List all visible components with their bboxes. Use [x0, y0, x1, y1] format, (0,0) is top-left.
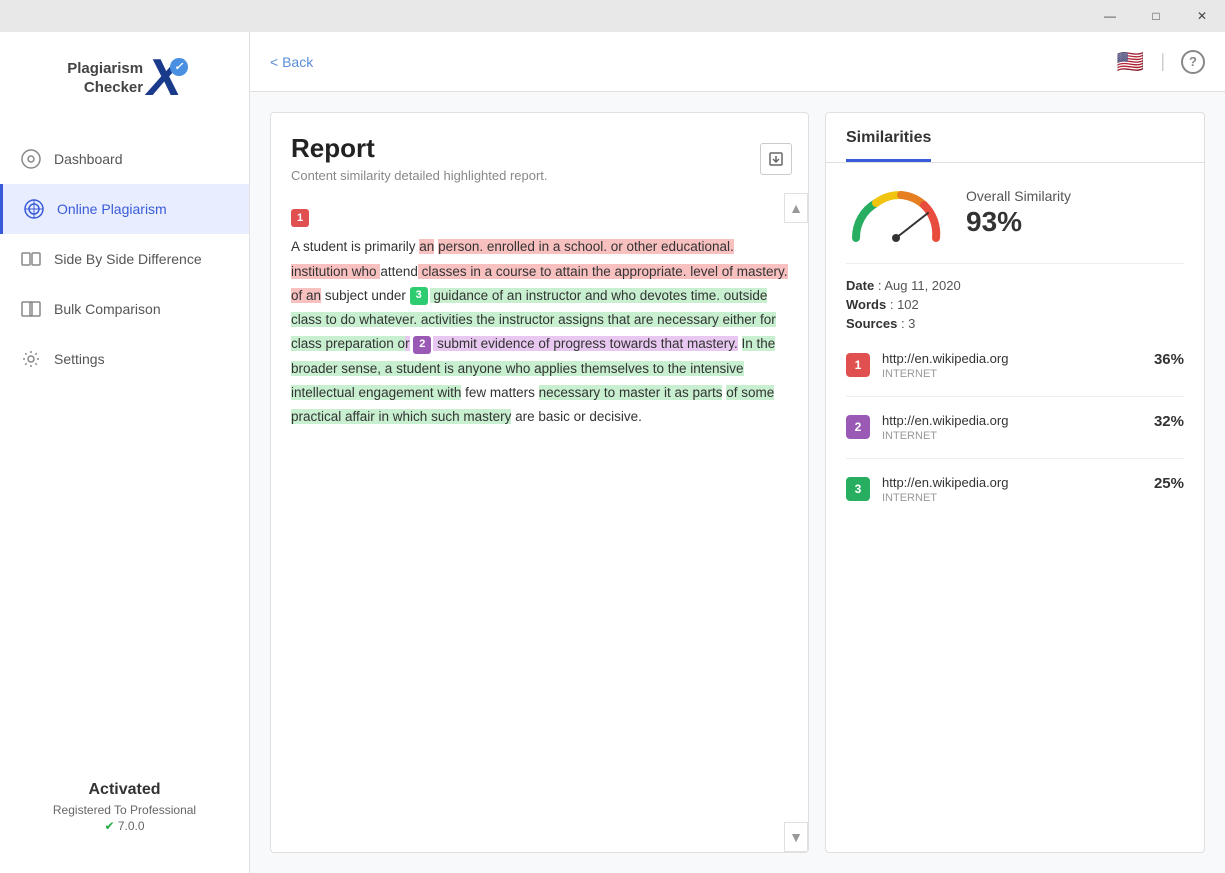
- source-1-url[interactable]: http://en.wikipedia.org: [882, 351, 1142, 366]
- report-body: 1 A student is primarily an person. enro…: [271, 193, 808, 852]
- report-text: A student is primarily an person. enroll…: [291, 235, 788, 429]
- title-bar: — □ ✕: [0, 0, 1225, 32]
- source-2-type: INTERNET: [882, 430, 1142, 442]
- top-bar: < Back 🇺🇸 | ?: [250, 32, 1225, 92]
- report-title: Report: [291, 133, 788, 164]
- online-plagiarism-icon: [23, 198, 45, 220]
- similarities-title: Similarities: [846, 129, 931, 162]
- settings-icon: [20, 348, 42, 370]
- bulk-comparison-label: Bulk Comparison: [54, 301, 161, 317]
- sidebar-item-online-plagiarism[interactable]: Online Plagiarism: [0, 184, 249, 234]
- meta-info: Date : Aug 11, 2020 Words : 102 Sources …: [846, 263, 1184, 331]
- sidebar-item-bulk-comparison[interactable]: Bulk Comparison: [0, 284, 249, 334]
- source-list: 1 http://en.wikipedia.org INTERNET 36% 2: [846, 351, 1184, 520]
- gauge: [846, 183, 946, 243]
- logo-line1: Plagiarism: [67, 59, 143, 79]
- minimize-button[interactable]: —: [1087, 0, 1133, 32]
- source-1-badge: 1: [846, 353, 870, 377]
- source-2-info: http://en.wikipedia.org INTERNET: [882, 413, 1142, 442]
- meta-sources: Sources : 3: [846, 316, 1184, 331]
- export-button[interactable]: [760, 143, 792, 175]
- similarities-panel: Similarities: [825, 112, 1205, 853]
- source-2-badge: 2: [846, 415, 870, 439]
- gauge-container: Overall Similarity 93%: [846, 183, 1184, 243]
- meta-words: Words : 102: [846, 297, 1184, 312]
- source-badge-2-inline: 2: [413, 336, 431, 354]
- source-3-badge: 3: [846, 477, 870, 501]
- language-flag[interactable]: 🇺🇸: [1117, 49, 1144, 75]
- logo-line2: Checker: [67, 78, 143, 98]
- side-by-side-icon: [20, 248, 42, 270]
- logo-x: X ✓: [147, 52, 182, 104]
- source-badge-1: 1: [291, 209, 309, 227]
- source-item-3: 3 http://en.wikipedia.org INTERNET 25%: [846, 475, 1184, 520]
- similarities-header: Similarities: [826, 113, 1204, 163]
- source-1-pct: 36%: [1154, 351, 1184, 368]
- top-bar-right: 🇺🇸 | ?: [1117, 49, 1205, 75]
- main-content: < Back 🇺🇸 | ? Report Content similarity …: [250, 32, 1225, 873]
- help-button[interactable]: ?: [1181, 50, 1205, 74]
- source-3-type: INTERNET: [882, 492, 1142, 504]
- dashboard-label: Dashboard: [54, 151, 123, 167]
- report-panel: Report Content similarity detailed highl…: [270, 112, 809, 853]
- sidebar-item-settings[interactable]: Settings: [0, 334, 249, 384]
- overall-similarity-pct: 93%: [966, 206, 1184, 238]
- source-badge-3: 3: [410, 287, 428, 305]
- divider: |: [1160, 51, 1165, 72]
- source-2-pct: 32%: [1154, 413, 1184, 430]
- scroll-up-button[interactable]: ▲: [784, 193, 808, 223]
- online-plagiarism-label: Online Plagiarism: [57, 201, 167, 217]
- source-1-info: http://en.wikipedia.org INTERNET: [882, 351, 1142, 380]
- sidebar: Plagiarism Checker X ✓ Dashboard: [0, 32, 250, 873]
- settings-label: Settings: [54, 351, 105, 367]
- back-button[interactable]: < Back: [270, 54, 313, 70]
- report-header: Report Content similarity detailed highl…: [271, 113, 808, 193]
- source-item-2: 2 http://en.wikipedia.org INTERNET 32%: [846, 413, 1184, 459]
- report-subtitle: Content similarity detailed highlighted …: [291, 168, 788, 183]
- scroll-down-button[interactable]: ▼: [784, 822, 808, 852]
- content-area: Report Content similarity detailed highl…: [250, 92, 1225, 873]
- app-container: Plagiarism Checker X ✓ Dashboard: [0, 32, 1225, 873]
- activated-text: Activated: [20, 781, 229, 799]
- sidebar-bottom: Activated Registered To Professional ✔ 7…: [0, 761, 249, 853]
- overall-similarity-label: Overall Similarity: [966, 188, 1184, 204]
- source-3-pct: 25%: [1154, 475, 1184, 492]
- sidebar-item-side-by-side[interactable]: Side By Side Difference: [0, 234, 249, 284]
- source-1-type: INTERNET: [882, 368, 1142, 380]
- report-scroll-area: 1 A student is primarily an person. enro…: [271, 193, 808, 852]
- source-3-info: http://en.wikipedia.org INTERNET: [882, 475, 1142, 504]
- similarities-body: Overall Similarity 93% Date : Aug 11, 20…: [826, 163, 1204, 852]
- gauge-info: Overall Similarity 93%: [966, 188, 1184, 238]
- source-3-url[interactable]: http://en.wikipedia.org: [882, 475, 1142, 490]
- side-by-side-label: Side By Side Difference: [54, 251, 202, 267]
- source-item-1: 1 http://en.wikipedia.org INTERNET 36%: [846, 351, 1184, 397]
- check-icon: ✔: [104, 819, 114, 833]
- maximize-button[interactable]: □: [1133, 0, 1179, 32]
- bulk-comparison-icon: [20, 298, 42, 320]
- dashboard-icon: [20, 148, 42, 170]
- source-2-url[interactable]: http://en.wikipedia.org: [882, 413, 1142, 428]
- logo-area: Plagiarism Checker X ✓: [0, 32, 249, 134]
- close-button[interactable]: ✕: [1179, 0, 1225, 32]
- registered-text: Registered To Professional: [20, 803, 229, 817]
- version-text: ✔ 7.0.0: [20, 819, 229, 833]
- sidebar-item-dashboard[interactable]: Dashboard: [0, 134, 249, 184]
- meta-date: Date : Aug 11, 2020: [846, 278, 1184, 293]
